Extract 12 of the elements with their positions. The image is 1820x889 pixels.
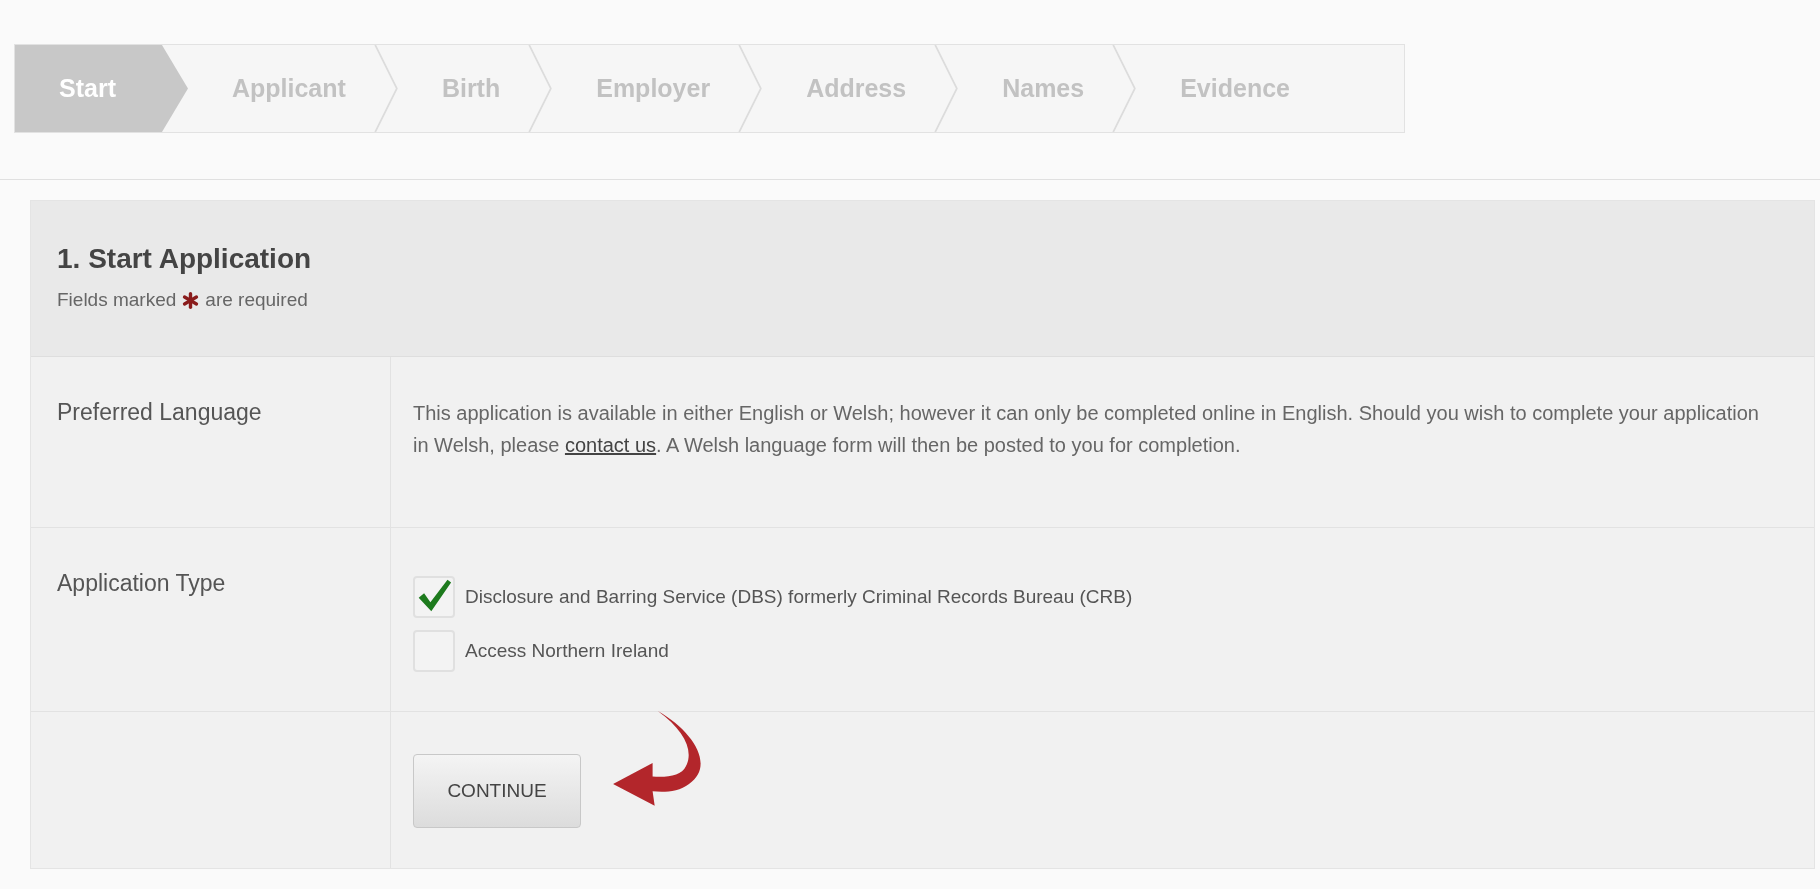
contact-link[interactable]: contact us bbox=[564, 434, 657, 456]
field-label: Preferred Language bbox=[57, 399, 262, 425]
checkbox-label: Access Northern Ireland bbox=[465, 640, 669, 662]
required-note: are required bbox=[205, 289, 308, 311]
required-note: Fields marked bbox=[57, 289, 177, 311]
checkbox-label: Disclosure and Barring Service (DBS) formerly Criminal Records Bureau (CRB) bbox=[465, 586, 1133, 608]
field-label: Application Type bbox=[57, 570, 226, 596]
section-title: 1. Start Application bbox=[57, 243, 313, 275]
asterisk-icon bbox=[182, 291, 200, 309]
language-info-text: This application is available in either English or Welsh; however it can only be completed online in English. Should you wish to complete your application in Welsh, please contact us. A Welsh language form will then be posted to you for completion. bbox=[413, 401, 1760, 458]
checkbox[interactable] bbox=[413, 576, 455, 618]
continue-button[interactable]: CONTINUE bbox=[413, 754, 581, 828]
